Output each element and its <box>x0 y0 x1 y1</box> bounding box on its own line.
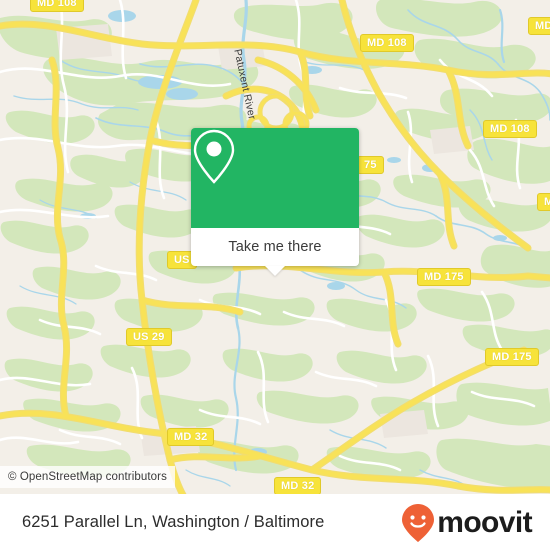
road-shield-md108-east: MD 108 <box>483 120 537 138</box>
map-pin-icon <box>193 129 235 184</box>
location-callout-card[interactable]: Take me there <box>191 128 359 276</box>
moovit-logo[interactable]: moovit <box>401 503 533 543</box>
road-shield-md32-south: MD 32 <box>274 477 322 494</box>
footer-bar: 6251 Parallel Ln, Washington / Baltimore… <box>0 494 550 550</box>
osm-attribution-text: © OpenStreetMap contributors <box>8 471 167 483</box>
road-shield-md108-top: MD 108 <box>360 34 414 52</box>
moovit-smiley-pin-icon <box>402 503 435 542</box>
road-shield-md175-se: MD 175 <box>485 348 539 366</box>
road-shield-175-partial: 75 <box>357 156 384 174</box>
road-shield-md108-nw: MD 108 <box>30 0 84 12</box>
map-canvas[interactable]: Patuxent River MD 108 MD 108 MD MD 108 7… <box>0 0 550 494</box>
address-text: 6251 Parallel Ln, Washington / Baltimore <box>22 513 325 531</box>
take-me-there-label: Take me there <box>228 239 322 255</box>
road-shield-m-edge: M <box>537 193 550 211</box>
card-action-area[interactable]: Take me there <box>191 228 359 276</box>
road-shield-md32-sw: MD 32 <box>167 428 215 446</box>
moovit-wordmark: moovit <box>437 505 532 539</box>
card-pointer-tail <box>265 266 285 276</box>
map-screen: Patuxent River MD 108 MD 108 MD MD 108 7… <box>0 0 550 550</box>
card-pin-area <box>191 128 359 228</box>
osm-attribution[interactable]: © OpenStreetMap contributors <box>0 466 175 488</box>
road-shield-md175-mid: MD 175 <box>417 268 471 286</box>
road-shield-md-ne: MD <box>528 17 550 35</box>
road-shield-us29: US 29 <box>126 328 172 346</box>
